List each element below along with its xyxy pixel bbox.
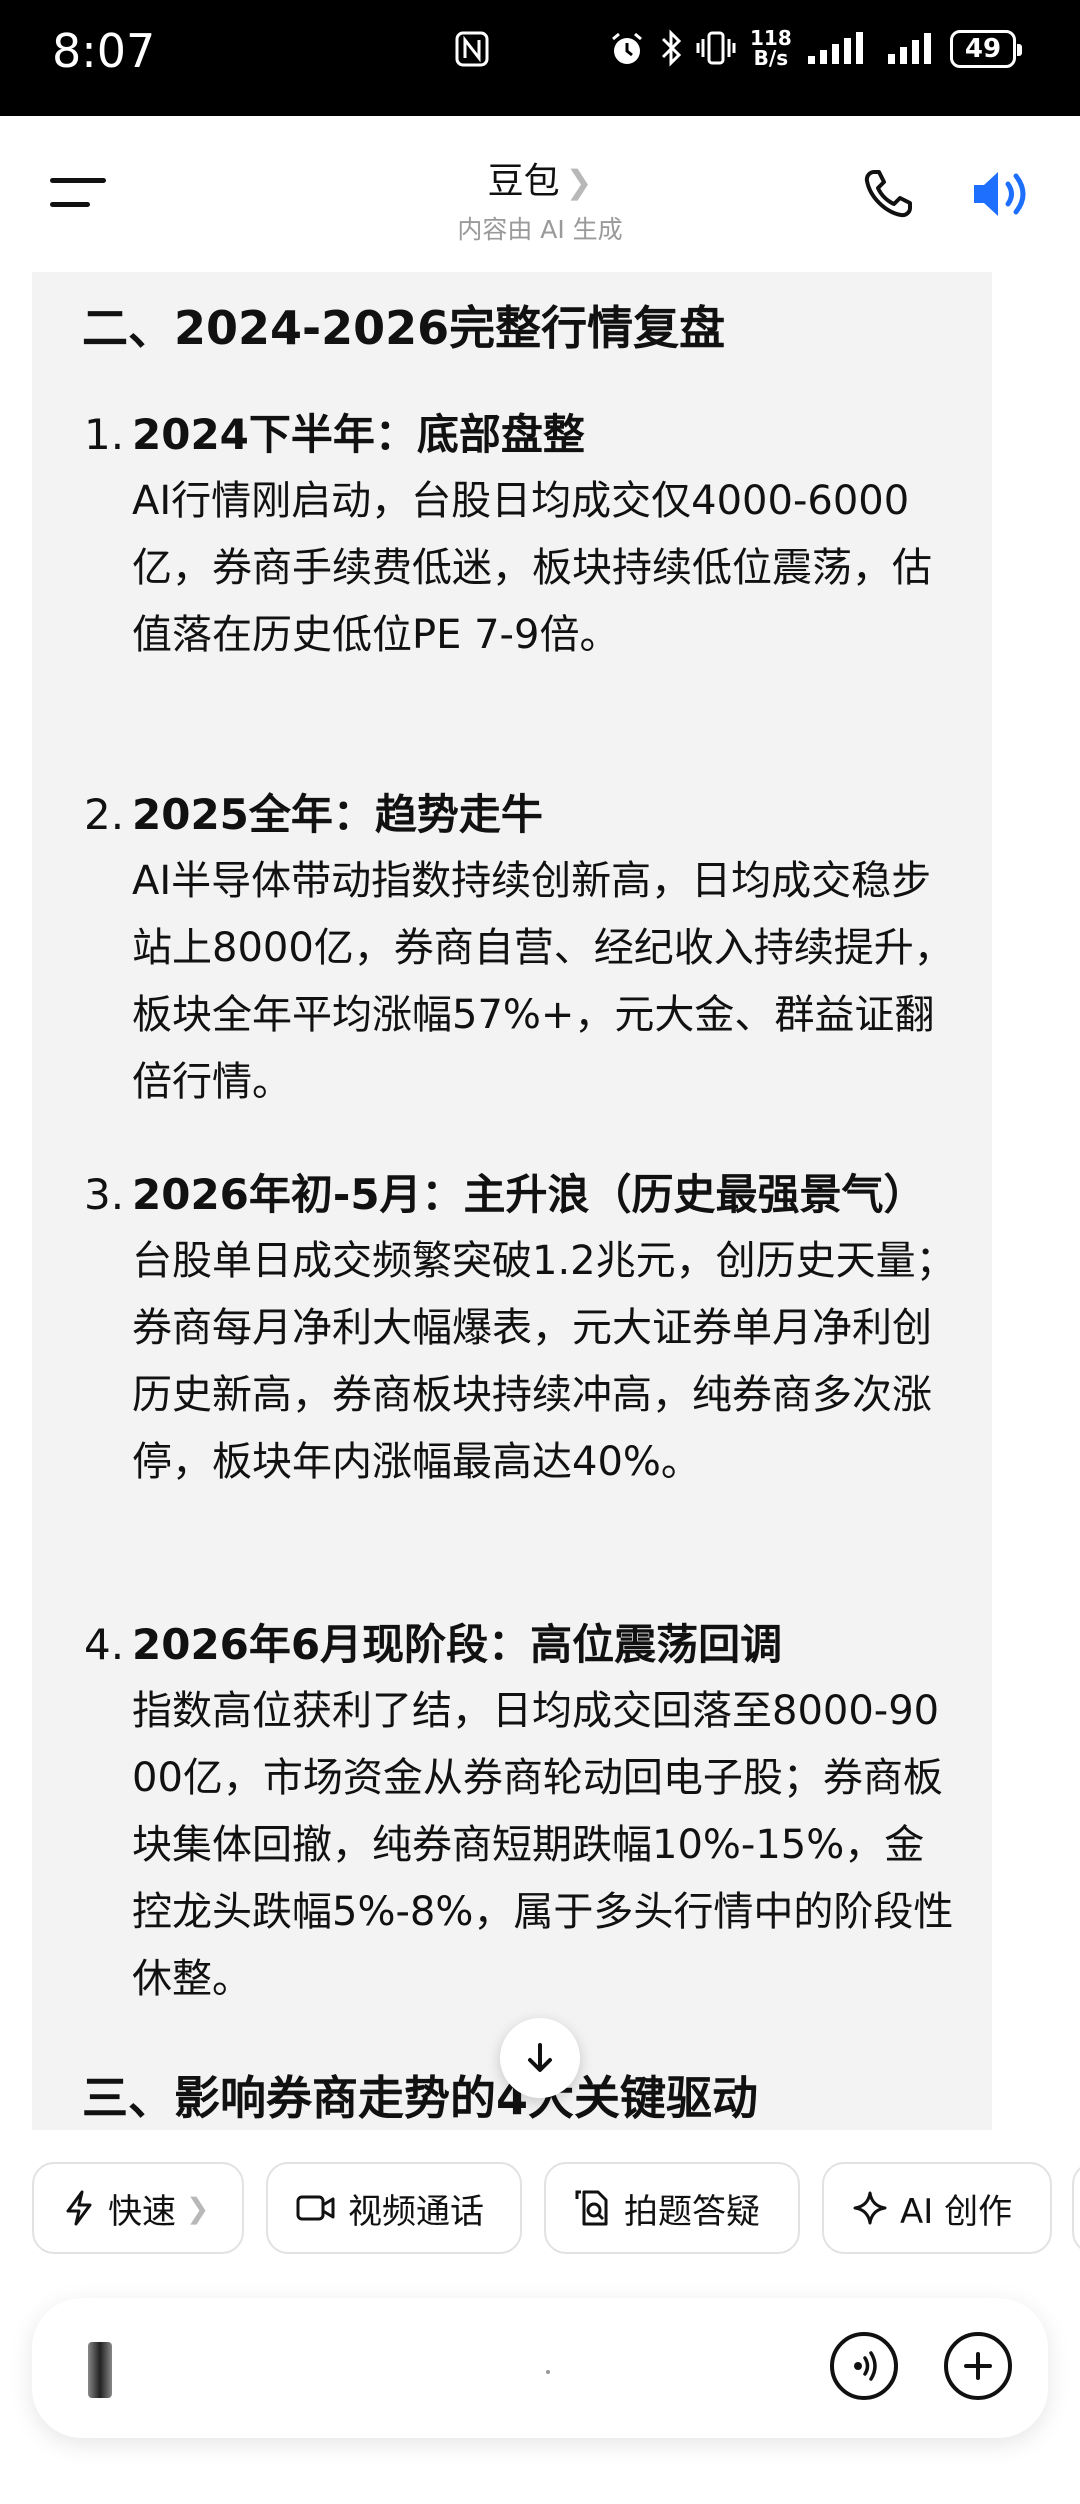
plus-icon <box>964 2352 992 2380</box>
chip-ai-create[interactable]: AI 创作 <box>822 2162 1052 2254</box>
item-title: 2024下半年：底部盘整 <box>132 410 585 459</box>
signal-strength-icon <box>806 32 866 66</box>
list-item: 1. 2024下半年：底部盘整 AI行情刚启动，台股日均成交仅4000-6000… <box>82 402 982 669</box>
chip-label: 视频通话 <box>348 2191 484 2232</box>
menu-icon <box>50 178 106 183</box>
list-item: 3. 2026年初-5月：主升浪（历史最强景气） 台股单日成交频繁突破1.2兆元… <box>82 1162 982 1496</box>
list-item: 4. 2026年6月现阶段：高位震荡回调 指数高位获利了结，日均成交回落至800… <box>82 1612 982 2013</box>
item-body: 指数高位获利了结，日均成交回落至8000-9000亿，市场资金从券商轮动回电子股… <box>132 1688 954 2002</box>
voice-call-button[interactable] <box>860 166 916 222</box>
lightning-icon <box>66 2190 92 2226</box>
chat-title-area[interactable]: 豆包 ❯ 内容由 AI 生成 <box>340 152 740 246</box>
ai-response-card: 二、2024-2026完整行情复盘 1. 2024下半年：底部盘整 AI行情刚启… <box>32 272 992 2130</box>
item-number: 2. <box>84 790 125 839</box>
item-title: 2026年初-5月：主升浪（历史最强景气） <box>132 1170 926 1219</box>
input-dot <box>546 2370 550 2374</box>
phone-icon <box>864 170 912 218</box>
sparkle-icon <box>853 2191 887 2225</box>
message-input-bar[interactable] <box>32 2298 1048 2438</box>
chip-label: 快速 <box>108 2191 176 2232</box>
chip-label: AI 创作 <box>900 2191 1013 2232</box>
add-attachment-button[interactable] <box>944 2332 1012 2400</box>
app-header: 豆包 ❯ 内容由 AI 生成 <box>0 116 1080 276</box>
realtime-voice-button[interactable] <box>830 2332 898 2400</box>
vibrate-icon <box>696 30 736 66</box>
battery-indicator: 49 <box>950 30 1022 68</box>
chip-fast-mode[interactable]: 快速 ❯ <box>32 2162 244 2254</box>
chip-video-call[interactable]: 视频通话 <box>266 2162 522 2254</box>
chip-label: 拍题答疑 <box>624 2191 760 2232</box>
ai-generated-note: 内容由 AI 生成 <box>457 215 623 244</box>
scroll-to-bottom-button[interactable] <box>500 2018 580 2098</box>
scan-question-icon <box>575 2190 608 2226</box>
item-number: 4. <box>84 1620 125 1669</box>
status-time: 8:07 <box>52 24 156 78</box>
speaker-icon <box>974 172 1026 216</box>
section-heading: 二、2024-2026完整行情复盘 <box>82 301 726 355</box>
chip-more[interactable] <box>1072 2162 1080 2254</box>
item-number: 1. <box>84 410 125 459</box>
alarm-icon <box>608 30 646 68</box>
sound-wave-icon <box>854 2351 877 2381</box>
menu-button[interactable] <box>50 172 106 212</box>
nfc-icon <box>454 30 490 68</box>
item-title: 2026年6月现阶段：高位震荡回调 <box>132 1620 783 1669</box>
bluetooth-icon <box>660 28 684 68</box>
video-camera-icon <box>296 2195 335 2221</box>
section-heading: 三、影响券商走势的4大关键驱动 <box>82 2071 759 2125</box>
read-aloud-button[interactable] <box>970 164 1034 224</box>
arrow-down-icon <box>528 2043 552 2072</box>
item-body: AI半导体带动指数持续创新高，日均成交稳步站上8000亿，券商自营、经纪收入持续… <box>132 858 954 1105</box>
item-body: AI行情刚启动，台股日均成交仅4000-6000亿，券商手续费低迷，板块持续低位… <box>132 478 932 658</box>
chat-title: 豆包 <box>487 161 560 202</box>
item-title: 2025全年：趋势走牛 <box>132 790 543 839</box>
menu-icon-bar <box>50 202 90 207</box>
item-body: 台股单日成交频繁突破1.2兆元，创历史天量；券商每月净利大幅爆表，元大证券单月净… <box>132 1238 956 1485</box>
chevron-right-icon: ❯ <box>565 163 593 201</box>
item-number: 3. <box>84 1170 125 1219</box>
chip-photo-question[interactable]: 拍题答疑 <box>544 2162 800 2254</box>
voice-input-indicator[interactable] <box>88 2342 112 2398</box>
signal-strength-icon-2 <box>886 32 932 66</box>
network-speed: 118 B/s <box>750 26 792 70</box>
quick-action-chips: 快速 ❯ 视频通话 拍题答疑 AI 创作 <box>32 2162 1080 2258</box>
chevron-right-icon: ❯ <box>186 2191 210 2225</box>
status-bar: 8:07 118 B/s 49 <box>0 0 1080 116</box>
list-item: 2. 2025全年：趋势走牛 AI半导体带动指数持续创新高，日均成交稳步站上80… <box>82 782 982 1116</box>
